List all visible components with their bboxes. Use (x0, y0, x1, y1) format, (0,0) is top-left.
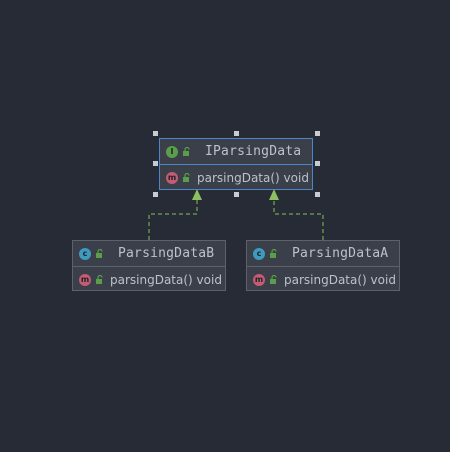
class-name: ParsingDataB (118, 246, 215, 261)
interface-icon: I (166, 145, 178, 158)
realization-arrowhead-a (269, 189, 279, 200)
method-row[interactable]: m parsingData() void (160, 165, 312, 190)
public-lock-icon (96, 275, 103, 284)
method-icon: m (79, 273, 91, 286)
resize-handle-sw[interactable] (153, 192, 158, 197)
public-lock-icon (96, 249, 103, 258)
realization-arrowhead-b (192, 189, 202, 200)
realization-edge-a[interactable] (273, 198, 324, 240)
method-row[interactable]: m parsingData() void (73, 267, 225, 292)
class-header: c ParsingDataA (247, 241, 399, 267)
resize-handle-se[interactable] (315, 192, 320, 197)
public-lock-icon (183, 147, 190, 156)
public-lock-icon (270, 249, 277, 258)
class-name: ParsingDataA (292, 246, 389, 261)
resize-handle-w[interactable] (153, 161, 158, 166)
method-signature: parsingData() void (284, 272, 396, 287)
class-node-parsingdatab[interactable]: c ParsingDataB m parsingData() void (72, 240, 226, 291)
class-icon: c (79, 247, 91, 260)
method-icon: m (253, 273, 265, 286)
class-node-parsingdataa[interactable]: c ParsingDataA m parsingData() void (246, 240, 400, 291)
resize-handle-e[interactable] (315, 161, 320, 166)
class-name: IParsingData (205, 144, 302, 159)
interface-node-iparsingdata[interactable]: I IParsingData m parsingData() void (159, 138, 313, 190)
resize-handle-nw[interactable] (153, 131, 158, 136)
edges-layer (148, 189, 324, 240)
class-header: c ParsingDataB (73, 241, 225, 267)
resize-handle-n[interactable] (234, 131, 239, 136)
method-icon: m (166, 171, 178, 184)
method-row[interactable]: m parsingData() void (247, 267, 399, 292)
class-header: I IParsingData (160, 139, 312, 165)
method-signature: parsingData() void (110, 272, 222, 287)
resize-handle-s[interactable] (234, 192, 239, 197)
public-lock-icon (183, 173, 190, 182)
diagram-canvas: I IParsingData m parsingData() void c Pa… (0, 0, 450, 452)
public-lock-icon (270, 275, 277, 284)
resize-handle-ne[interactable] (315, 131, 320, 136)
method-signature: parsingData() void (197, 170, 309, 185)
class-icon: c (253, 247, 265, 260)
realization-edge-b[interactable] (148, 198, 198, 240)
